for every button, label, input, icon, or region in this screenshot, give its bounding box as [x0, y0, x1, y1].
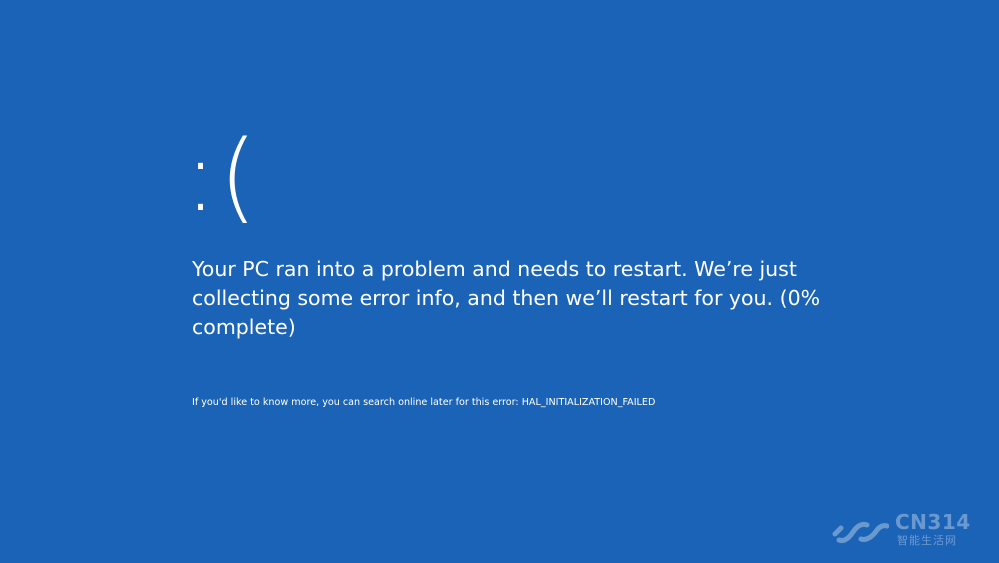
- error-info-text: If you'd like to know more, you can sear…: [192, 397, 656, 408]
- sad-face-emoticon: :(: [184, 120, 260, 234]
- blue-screen-of-death: :( Your PC ran into a problem and needs …: [0, 0, 999, 563]
- restart-message: Your PC ran into a problem and needs to …: [192, 257, 821, 339]
- watermark-subtitle: 智能生活网: [897, 534, 957, 547]
- watermark-brand: CN314: [895, 510, 971, 534]
- cn314-logo-icon: [832, 521, 889, 543]
- cn314-watermark: CN314 智能生活网: [831, 510, 989, 552]
